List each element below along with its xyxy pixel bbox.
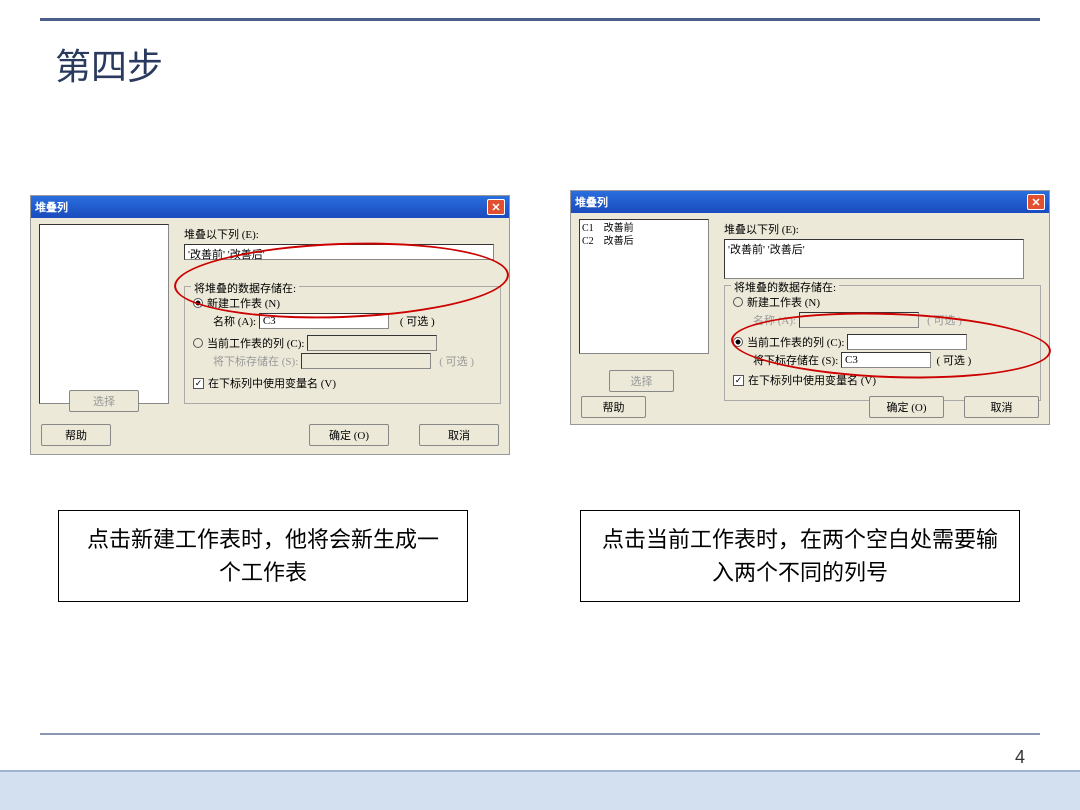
storage-legend-b: 将堆叠的数据存储在: — [731, 279, 839, 295]
radio-current[interactable]: 当前工作表的列 (C): — [207, 335, 304, 351]
panel-a: 堆叠以下列 (E): '改善前' '改善后' 将堆叠的数据存储在: 新建工作表 … — [31, 218, 509, 454]
titlebar-b: 堆叠列 ✕ — [571, 191, 1049, 213]
ok-button-b[interactable]: 确定 (O) — [869, 396, 944, 418]
stack-label: 堆叠以下列 (E): — [184, 226, 259, 242]
select-button: 选择 — [69, 390, 139, 412]
optional-1: ( 可选 ) — [400, 313, 435, 329]
select-button-b: 选择 — [609, 370, 674, 392]
slide: 第四步 堆叠列 ✕ 堆叠以下列 (E): '改善前' '改善后' 将堆叠的数据存… — [0, 0, 1080, 810]
checkbox-label[interactable]: 在下标列中使用变量名 (V) — [208, 375, 336, 391]
ok-button[interactable]: 确定 (O) — [309, 424, 389, 446]
column-list-b[interactable]: C1 改善前 C2 改善后 — [579, 219, 709, 354]
close-icon[interactable]: ✕ — [487, 199, 505, 215]
cancel-button[interactable]: 取消 — [419, 424, 499, 446]
dialog-a-title: 堆叠列 — [35, 199, 68, 215]
dialog-b: 堆叠列 ✕ C1 改善前 C2 改善后 堆叠以下列 (E): '改善前' '改善… — [570, 190, 1050, 425]
radio-new-b[interactable]: 新建工作表 (N) — [747, 294, 820, 310]
panel-b: C1 改善前 C2 改善后 堆叠以下列 (E): '改善前' '改善后' 将堆叠… — [571, 213, 1049, 424]
cancel-button-b[interactable]: 取消 — [964, 396, 1039, 418]
dialog-b-title: 堆叠列 — [575, 194, 608, 210]
radio-empty[interactable] — [193, 338, 203, 348]
name-label: 名称 (A): — [213, 313, 256, 329]
check-icon-b[interactable]: ✓ — [733, 375, 744, 386]
caption-b: 点击当前工作表时，在两个空白处需要输入两个不同的列号 — [580, 510, 1020, 602]
bottom-rule — [40, 733, 1040, 735]
dialog-a: 堆叠列 ✕ 堆叠以下列 (E): '改善前' '改善后' 将堆叠的数据存储在: … — [30, 195, 510, 455]
check-icon[interactable]: ✓ — [193, 378, 204, 389]
help-button[interactable]: 帮助 — [41, 424, 111, 446]
help-button-b[interactable]: 帮助 — [581, 396, 646, 418]
bottom-band — [0, 770, 1080, 810]
page-number: 4 — [1015, 747, 1025, 768]
sub-input — [301, 353, 431, 369]
current-col-input — [307, 335, 437, 351]
slide-title: 第四步 — [55, 38, 163, 90]
optional-2: ( 可选 ) — [439, 353, 474, 369]
top-rule — [40, 18, 1040, 21]
stack-label-b: 堆叠以下列 (E): — [724, 221, 799, 237]
caption-a: 点击新建工作表时，他将会新生成一个工作表 — [58, 510, 468, 602]
titlebar-a: 堆叠列 ✕ — [31, 196, 509, 218]
close-icon[interactable]: ✕ — [1027, 194, 1045, 210]
sub-label: 将下标存储在 (S): — [213, 353, 298, 369]
radio-empty-b[interactable] — [733, 297, 743, 307]
column-list-a[interactable] — [39, 224, 169, 404]
stack-input-b[interactable]: '改善前' '改善后' — [724, 239, 1024, 279]
